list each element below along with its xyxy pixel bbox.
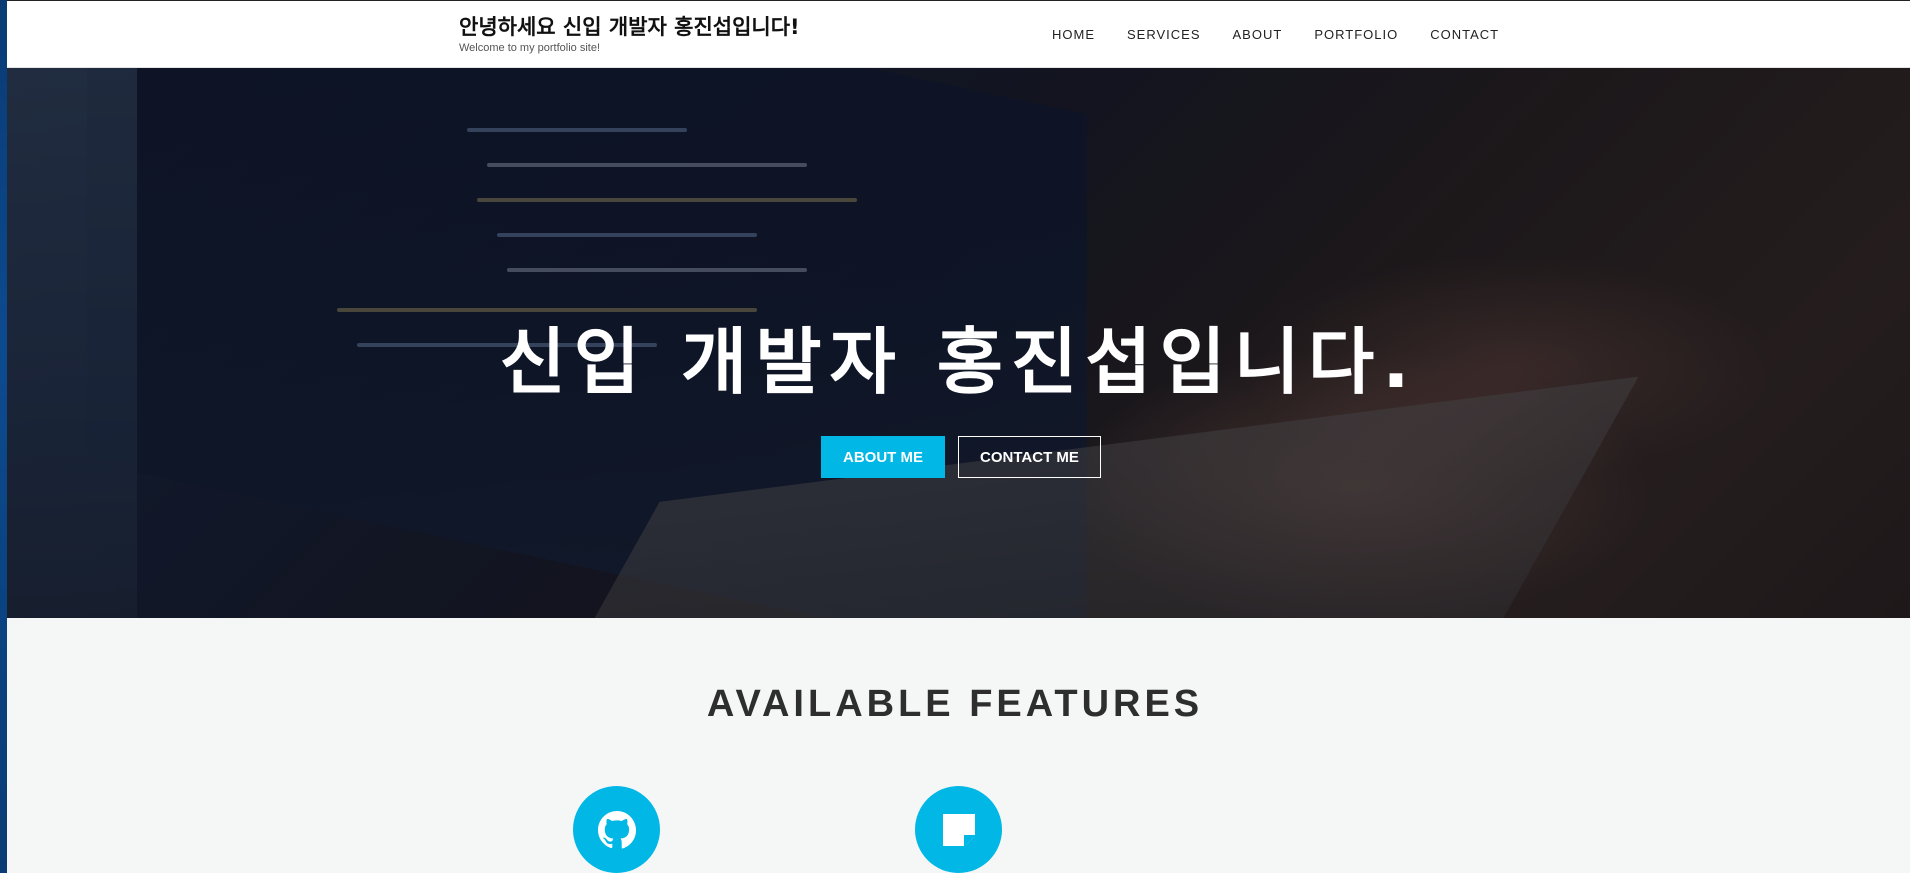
page: 안녕하세요 신입 개발자 홍진섭입니다! Welcome to my portf… bbox=[0, 0, 1910, 873]
nav-item-portfolio[interactable]: PORTFOLIO bbox=[1314, 27, 1398, 42]
feature-notes[interactable] bbox=[915, 786, 1002, 873]
site-title[interactable]: 안녕하세요 신입 개발자 홍진섭입니다! bbox=[459, 11, 800, 41]
site-subtitle: Welcome to my portfolio site! bbox=[459, 42, 601, 54]
hero-headline: 신입 개발자 홍진섭입니다. bbox=[499, 320, 1418, 404]
features-title: AVAILABLE FEATURES bbox=[706, 683, 1204, 725]
hero-section: 신입 개발자 홍진섭입니다. ABOUT ME CONTACT ME bbox=[7, 68, 1910, 618]
feature-github[interactable] bbox=[573, 786, 660, 873]
nav-item-about[interactable]: ABOUT bbox=[1233, 27, 1283, 42]
about-me-button[interactable]: ABOUT ME bbox=[821, 436, 945, 478]
main-nav: HOME SERVICES ABOUT PORTFOLIO CONTACT bbox=[1052, 27, 1499, 42]
nav-item-home[interactable]: HOME bbox=[1052, 27, 1095, 42]
top-navbar: 안녕하세요 신입 개발자 홍진섭입니다! Welcome to my portf… bbox=[7, 0, 1910, 68]
contact-me-button[interactable]: CONTACT ME bbox=[958, 436, 1101, 478]
nav-item-services[interactable]: SERVICES bbox=[1127, 27, 1201, 42]
browser-left-edge bbox=[0, 0, 7, 873]
github-icon bbox=[598, 811, 636, 849]
nav-item-contact[interactable]: CONTACT bbox=[1430, 27, 1499, 42]
note-icon bbox=[943, 814, 975, 846]
